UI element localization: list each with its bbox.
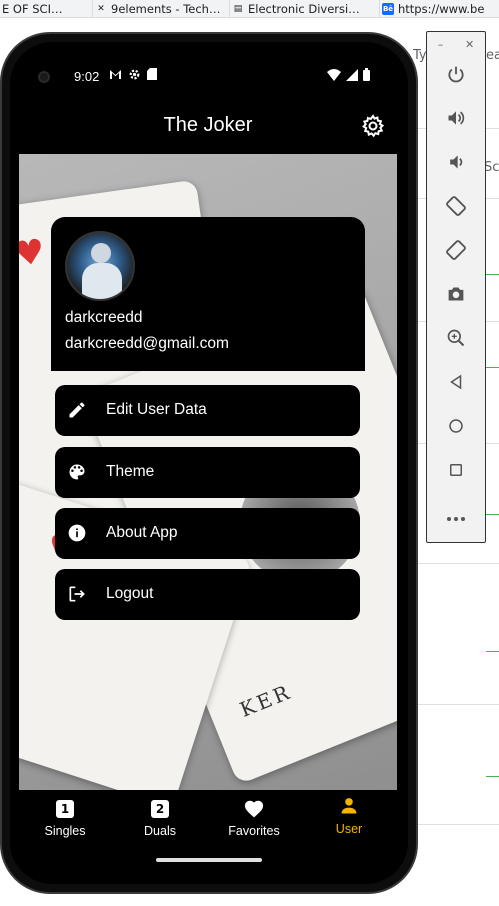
bottom-navigation: 1 Singles 2 Duals Favorites User — [19, 790, 397, 860]
theme-button[interactable]: Theme — [55, 447, 360, 498]
status-icons-right — [327, 68, 370, 84]
status-bar: 9:02 — [19, 60, 397, 94]
background-text: Sc — [484, 160, 499, 175]
nav-item-duals[interactable]: 2 Duals — [120, 798, 200, 838]
gear-icon[interactable] — [361, 114, 385, 138]
palette-icon — [67, 462, 87, 482]
emulator-toolbar: – ✕ — [426, 31, 486, 543]
home-icon — [447, 417, 465, 439]
camera-icon — [446, 285, 466, 307]
info-icon — [67, 523, 87, 543]
overview-icon — [447, 461, 465, 483]
avatar[interactable] — [65, 231, 135, 301]
nav-item-singles[interactable]: 1 Singles — [25, 798, 105, 838]
menu-label: Theme — [106, 463, 155, 480]
zoom-icon — [446, 328, 466, 352]
about-app-button[interactable]: About App — [55, 508, 360, 559]
volume-down-button[interactable] — [443, 151, 469, 177]
sd-card-icon — [147, 68, 157, 84]
browser-tab-label: E OF SCI… — [2, 2, 63, 16]
home-button[interactable] — [443, 415, 469, 441]
x-logo-icon: ✕ — [97, 4, 105, 14]
volume-up-icon — [446, 108, 466, 132]
settings-icon — [128, 68, 141, 84]
browser-tab[interactable]: ▤ Electronic Diversi… — [230, 0, 380, 18]
menu-label: Logout — [106, 585, 154, 602]
profile-username: darkcreedd — [65, 309, 143, 326]
battery-icon — [363, 68, 370, 84]
zoom-button[interactable] — [443, 327, 469, 353]
rotate-left-icon — [445, 195, 467, 221]
emulator-window-controls: – ✕ — [427, 38, 485, 51]
menu-label: Edit User Data — [106, 401, 207, 418]
pencil-icon — [67, 400, 87, 420]
browser-tab-strip: E OF SCI… ✕ 9elements - Tech… ▤ Electron… — [0, 0, 499, 18]
nav-item-favorites[interactable]: Favorites — [214, 798, 294, 838]
rotate-right-button[interactable] — [443, 239, 469, 265]
rotate-right-icon — [445, 239, 467, 265]
back-icon — [447, 373, 465, 395]
minimize-icon[interactable]: – — [438, 38, 444, 51]
more-button[interactable] — [443, 503, 469, 529]
green-marker — [486, 367, 499, 368]
two-box-icon: 2 — [151, 800, 169, 818]
browser-tab[interactable]: E OF SCI… — [0, 0, 93, 18]
nav-item-user[interactable]: User — [309, 796, 389, 836]
volume-up-button[interactable] — [443, 107, 469, 133]
document-icon: ▤ — [233, 4, 243, 14]
app-bar: The Joker — [19, 94, 397, 154]
screenshot-button[interactable] — [443, 283, 469, 309]
green-marker — [486, 274, 499, 275]
nav-label: User — [335, 822, 363, 836]
overview-button[interactable] — [443, 459, 469, 485]
browser-tab-label: Electronic Diversi… — [248, 2, 360, 16]
wifi-icon — [327, 68, 341, 84]
gesture-bar[interactable] — [156, 858, 262, 862]
logout-button[interactable]: Logout — [55, 569, 360, 620]
green-marker — [486, 514, 499, 515]
menu-label: About App — [106, 524, 178, 541]
status-icons-left — [109, 68, 157, 84]
browser-tab[interactable]: ✕ 9elements - Tech… — [93, 0, 230, 18]
volume-down-icon — [446, 152, 466, 176]
browser-tab[interactable]: Bē https://www.be — [380, 0, 499, 18]
background-text: Ty — [413, 48, 427, 63]
back-button[interactable] — [443, 371, 469, 397]
heart-icon — [243, 798, 265, 821]
status-time: 9:02 — [74, 69, 100, 84]
profile-card: darkcreedd darkcreedd@gmail.com — [51, 217, 365, 371]
power-icon — [446, 65, 466, 89]
nav-label: Duals — [144, 824, 176, 838]
browser-tab-label: https://www.be — [398, 2, 485, 16]
logout-icon — [67, 584, 87, 604]
browser-tab-label: 9elements - Tech… — [111, 2, 221, 16]
close-icon[interactable]: ✕ — [465, 38, 474, 51]
gmail-icon — [109, 68, 122, 84]
power-button[interactable] — [443, 64, 469, 90]
one-box-icon: 1 — [56, 800, 74, 818]
rotate-left-button[interactable] — [443, 195, 469, 221]
green-marker — [486, 776, 499, 777]
nav-label: Favorites — [228, 824, 280, 838]
edit-user-data-button[interactable]: Edit User Data — [55, 385, 360, 436]
behance-icon: Bē — [382, 3, 394, 15]
app-title: The Joker — [163, 114, 253, 136]
more-icon — [446, 507, 466, 526]
nav-label: Singles — [44, 824, 86, 838]
green-marker — [486, 651, 499, 652]
signal-icon — [346, 68, 358, 84]
background-text: ea — [486, 48, 499, 63]
person-icon — [339, 796, 359, 819]
profile-email: darkcreedd@gmail.com — [65, 335, 229, 352]
